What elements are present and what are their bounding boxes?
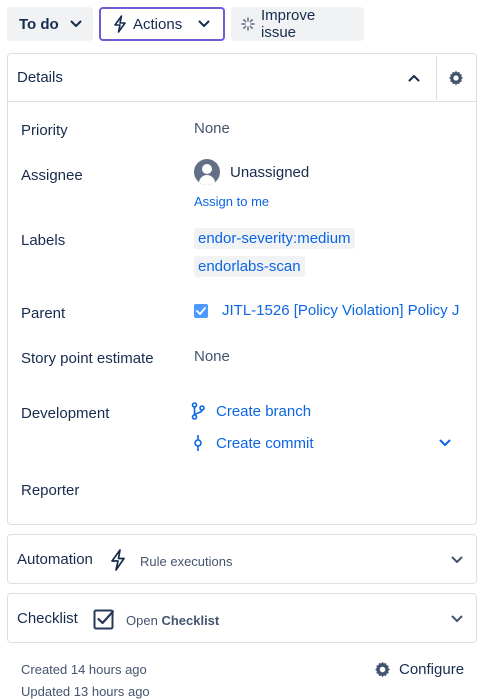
checklist-icon — [93, 608, 115, 630]
chevron-down-icon[interactable] — [450, 612, 464, 626]
checklist-panel[interactable]: Checklist Open Checklist — [7, 593, 477, 643]
gear-icon — [374, 661, 391, 678]
issue-toolbar: To do Actions Improve issue — [7, 7, 364, 41]
create-branch-label: Create branch — [216, 402, 312, 420]
development-label: Development — [21, 405, 110, 422]
open-checklist-bold: Checklist — [161, 613, 220, 628]
assignee-name: Unassigned — [230, 163, 310, 181]
create-commit-link[interactable]: Create commit — [190, 434, 314, 452]
labels-label: Labels — [21, 232, 66, 249]
lightning-icon — [109, 549, 127, 571]
improve-issue-label: Improve issue — [261, 7, 316, 41]
chevron-down-icon[interactable] — [450, 553, 464, 567]
details-panel: Details Priority None Assignee Unassigne… — [7, 53, 477, 525]
details-header[interactable]: Details — [8, 54, 476, 102]
updated-timestamp: Updated 13 hours ago — [21, 684, 150, 699]
create-branch-link[interactable]: Create branch — [190, 402, 311, 420]
avatar — [194, 159, 220, 185]
task-checkbox-icon — [194, 303, 208, 318]
details-title: Details — [17, 69, 63, 86]
story-point-label: Story point estimate — [21, 350, 154, 367]
chevron-down-icon — [197, 17, 211, 31]
branch-icon — [190, 402, 206, 420]
actions-dropdown-button[interactable]: Actions — [99, 7, 225, 41]
priority-value[interactable]: None — [194, 120, 230, 137]
gear-icon[interactable] — [446, 68, 466, 88]
actions-label: Actions — [133, 15, 183, 33]
parent-value[interactable]: JITL-1526 [Policy Violation] Policy J — [194, 302, 459, 319]
parent-label: Parent — [21, 305, 66, 322]
priority-label: Priority — [21, 122, 68, 139]
open-checklist-text[interactable]: Open Checklist — [126, 613, 219, 628]
chevron-up-icon[interactable] — [406, 70, 422, 86]
sparkle-icon — [241, 17, 255, 31]
assign-to-me-link[interactable]: Assign to me — [194, 194, 269, 209]
configure-button[interactable]: Configure — [374, 661, 464, 678]
open-checklist-prefix: Open — [126, 613, 158, 628]
reporter-label: Reporter — [21, 482, 80, 499]
assignee-label: Assignee — [21, 167, 83, 184]
label-chip[interactable]: endor-severity:medium — [194, 228, 355, 249]
improve-issue-button[interactable]: Improve issue — [231, 7, 364, 41]
chevron-down-icon — [69, 17, 83, 31]
header-divider — [436, 56, 437, 100]
parent-link[interactable]: JITL-1526 [Policy Violation] Policy J — [222, 302, 459, 319]
rule-executions-text: Rule executions — [140, 554, 233, 569]
assignee-value[interactable]: Unassigned — [194, 159, 309, 185]
checklist-title: Checklist — [17, 610, 78, 627]
automation-title: Automation — [17, 551, 93, 568]
configure-label: Configure — [399, 661, 465, 678]
automation-panel[interactable]: Automation Rule executions — [7, 534, 477, 584]
status-dropdown-button[interactable]: To do — [7, 7, 93, 41]
story-point-value[interactable]: None — [194, 348, 230, 365]
created-timestamp: Created 14 hours ago — [21, 662, 147, 677]
chevron-down-icon[interactable] — [438, 436, 452, 450]
lightning-icon — [113, 15, 127, 33]
commit-icon — [190, 434, 206, 452]
label-chip[interactable]: endorlabs-scan — [194, 256, 305, 277]
create-commit-label: Create commit — [216, 434, 314, 452]
status-label: To do — [19, 15, 59, 33]
